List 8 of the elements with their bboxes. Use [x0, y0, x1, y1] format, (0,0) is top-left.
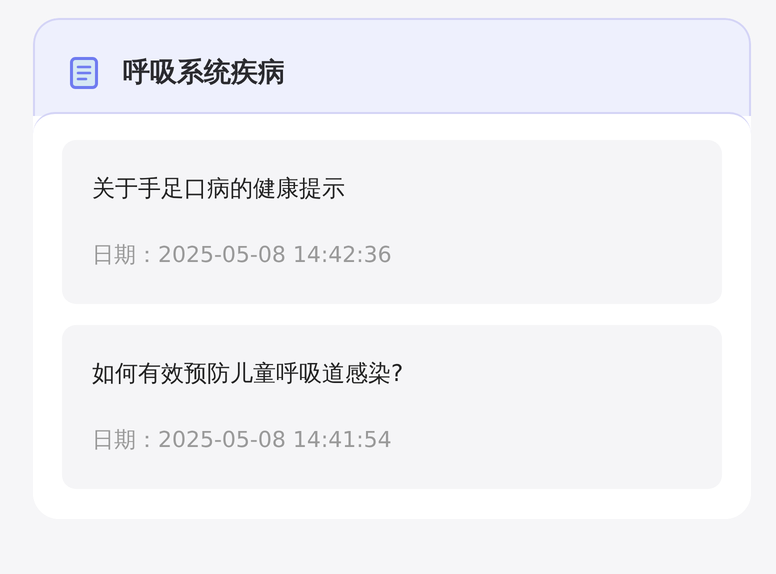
article-card[interactable]: 关于手足口病的健康提示 日期：2025-05-08 14:42:36 — [62, 140, 722, 304]
article-title: 关于手足口病的健康提示 — [92, 175, 346, 204]
article-title: 如何有效预防儿童呼吸道感染? — [92, 360, 404, 389]
article-date: 日期：2025-05-08 14:41:54 — [92, 427, 393, 455]
article-card[interactable]: 如何有效预防儿童呼吸道感染? 日期：2025-05-08 14:41:54 — [62, 325, 722, 489]
panel-title: 呼吸系统疾病 — [123, 56, 285, 90]
article-date: 日期：2025-05-08 14:42:36 — [92, 242, 393, 270]
document-icon — [70, 57, 98, 89]
